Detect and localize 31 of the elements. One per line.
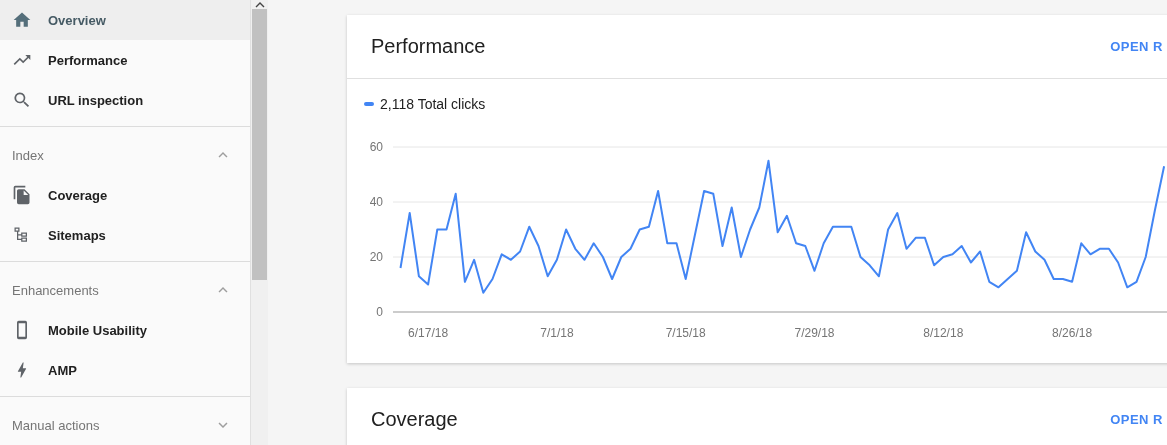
y-tick-label: 40: [369, 195, 383, 209]
x-tick-label: 8/12/18: [923, 326, 964, 340]
scroll-up-icon[interactable]: [254, 2, 265, 8]
pages-icon: [12, 185, 32, 205]
section-header[interactable]: Enhancements: [0, 270, 251, 310]
scrollbar[interactable]: [251, 0, 268, 445]
x-tick-label: 7/29/18: [794, 326, 835, 340]
nav-item[interactable]: Coverage: [0, 175, 251, 215]
nav-item[interactable]: AMP: [0, 350, 251, 390]
x-tick-label: 8/26/18: [1052, 326, 1093, 340]
nav-item[interactable]: Overview: [0, 0, 251, 40]
nav-item[interactable]: URL inspection: [0, 80, 251, 120]
legend-label: 2,118 Total clicks: [380, 96, 486, 112]
scrollbar-thumb[interactable]: [252, 9, 268, 280]
card-title: Coverage: [371, 408, 458, 431]
open-report-link[interactable]: OPEN R: [1110, 39, 1163, 54]
y-tick-label: 0: [376, 305, 383, 319]
section-header[interactable]: Manual actions: [0, 405, 251, 445]
nav-item[interactable]: Performance: [0, 40, 251, 80]
nav-item[interactable]: Mobile Usability: [0, 310, 251, 350]
section-header[interactable]: Index: [0, 135, 251, 175]
y-tick-label: 60: [369, 140, 383, 154]
open-report-link[interactable]: OPEN R: [1110, 412, 1163, 427]
y-tick-label: 20: [369, 250, 383, 264]
x-tick-label: 6/17/18: [408, 326, 449, 340]
card-title: Performance: [371, 35, 486, 58]
x-tick-label: 7/1/18: [540, 326, 574, 340]
search-icon: [12, 90, 32, 110]
home-icon: [12, 10, 32, 30]
x-tick-label: 7/15/18: [665, 326, 706, 340]
nav-item[interactable]: Sitemaps: [0, 215, 251, 255]
